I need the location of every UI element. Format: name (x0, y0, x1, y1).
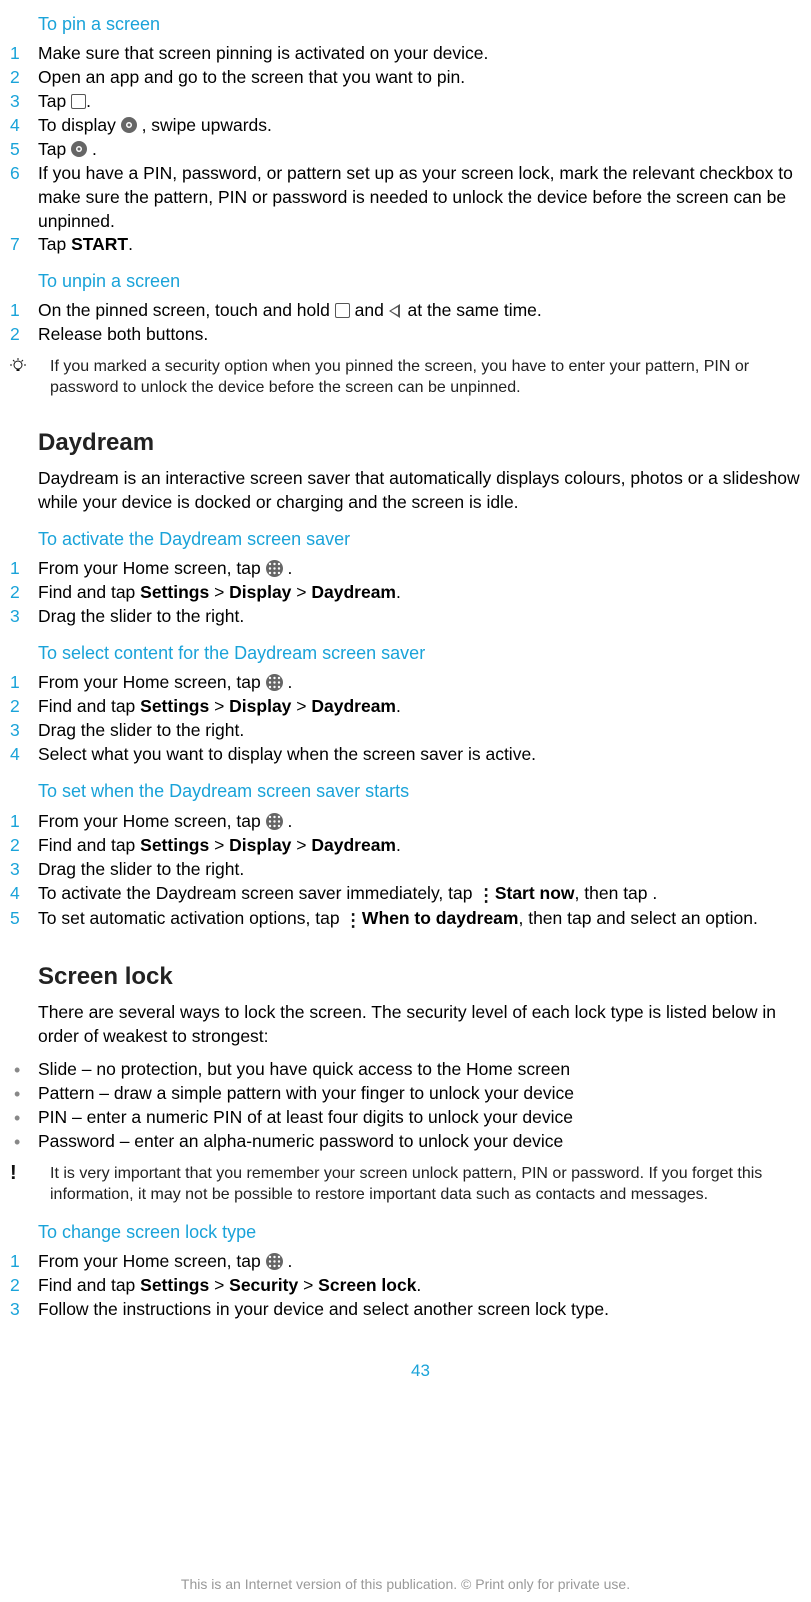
step-number: 2 (10, 66, 30, 90)
step-number: 2 (10, 834, 30, 858)
steps-select-daydream: 1From your Home screen, tap .2Find and t… (38, 671, 803, 767)
step-text: Drag the slider to the right. (38, 858, 803, 882)
step-number: 1 (10, 42, 30, 66)
step-number: 4 (10, 114, 30, 138)
screen-lock-bullets: Slide – no protection, but you have quic… (38, 1058, 803, 1154)
step-text: Find and tap Settings > Display > Daydre… (38, 834, 803, 858)
list-item: PIN – enter a numeric PIN of at least fo… (38, 1106, 803, 1130)
step-text: Drag the slider to the right. (38, 605, 803, 629)
page-content: To pin a screen 1Make sure that screen p… (0, 12, 811, 1383)
heading-screen-lock: Screen lock (38, 961, 803, 993)
step-text: From your Home screen, tap . (38, 1250, 803, 1274)
heading-pin-screen: To pin a screen (38, 12, 803, 36)
app-grid-icon (266, 672, 283, 692)
steps-unpin-screen: 1 On the pinned screen, touch and hold a… (38, 299, 803, 347)
manual-page: To pin a screen 1Make sure that screen p… (0, 12, 811, 1602)
step-text: Select what you want to display when the… (38, 743, 803, 767)
app-grid-icon (266, 558, 283, 578)
step-text: Find and tap Settings > Security > Scree… (38, 1274, 803, 1298)
step-number: 4 (10, 743, 30, 767)
step-number: 3 (10, 719, 30, 743)
page-number: 43 (38, 1360, 803, 1383)
steps-activate-daydream: 1From your Home screen, tap .2Find and t… (38, 557, 803, 629)
more-vert-icon: ⋮ (477, 884, 495, 908)
tip-note: If you marked a security option when you… (38, 357, 803, 399)
step-number: 1 (10, 299, 30, 323)
step-number: 6 (10, 162, 30, 186)
back-triangle-icon (389, 304, 403, 318)
screen-lock-description: There are several ways to lock the scree… (38, 1001, 803, 1048)
more-vert-icon: ⋮ (344, 909, 362, 933)
step-number: 5 (10, 907, 30, 931)
step-text: To activate the Daydream screen saver im… (38, 882, 803, 908)
step-text: If you have a PIN, password, or pattern … (38, 162, 803, 233)
steps-when-daydream: 1From your Home screen, tap .2Find and t… (38, 810, 803, 933)
step-number: 3 (10, 1298, 30, 1322)
step-number: 3 (10, 90, 30, 114)
step-number: 1 (10, 810, 30, 834)
step-text: From your Home screen, tap . (38, 557, 803, 581)
lightbulb-icon (10, 358, 26, 381)
step-text: From your Home screen, tap . (38, 810, 803, 834)
step-text: On the pinned screen, touch and hold and… (38, 299, 803, 323)
heading-when-daydream: To set when the Daydream screen saver st… (38, 779, 803, 803)
step-number: 2 (10, 323, 30, 347)
overview-square-icon (335, 303, 350, 318)
step-number: 1 (10, 557, 30, 581)
heading-select-daydream: To select content for the Daydream scree… (38, 641, 803, 665)
list-item: Password – enter an alpha-numeric passwo… (38, 1130, 803, 1154)
heading-change-lock: To change screen lock type (38, 1220, 803, 1244)
step-text: Tap START. (38, 233, 803, 257)
step-number: 2 (10, 581, 30, 605)
overview-square-icon (71, 94, 86, 109)
step-text: To set automatic activation options, tap… (38, 907, 803, 933)
step-number: 5 (10, 138, 30, 162)
daydream-description: Daydream is an interactive screen saver … (38, 467, 803, 514)
steps-change-lock: 1From your Home screen, tap .2Find and t… (38, 1250, 803, 1322)
app-grid-icon (266, 1251, 283, 1271)
pin-circle-icon (121, 117, 137, 133)
step-number: 7 (10, 233, 30, 257)
heading-activate-daydream: To activate the Daydream screen saver (38, 527, 803, 551)
step-text: Follow the instructions in your device a… (38, 1298, 803, 1322)
step-text: To display , swipe upwards. (38, 114, 803, 138)
step-number: 3 (10, 605, 30, 629)
step-text: Release both buttons. (38, 323, 803, 347)
step-number: 2 (10, 1274, 30, 1298)
step-number: 3 (10, 858, 30, 882)
step-text: Drag the slider to the right. (38, 719, 803, 743)
step-number: 2 (10, 695, 30, 719)
steps-pin-screen: 1Make sure that screen pinning is activa… (38, 42, 803, 257)
app-grid-icon (266, 811, 283, 831)
footer-disclaimer: This is an Internet version of this publ… (0, 1575, 811, 1594)
heading-unpin-screen: To unpin a screen (38, 269, 803, 293)
pin-circle-icon (71, 141, 87, 157)
step-number: 4 (10, 882, 30, 906)
step-text: From your Home screen, tap . (38, 671, 803, 695)
list-item: Slide – no protection, but you have quic… (38, 1058, 803, 1082)
list-item: Pattern – draw a simple pattern with you… (38, 1082, 803, 1106)
exclamation-icon: ! (10, 1165, 17, 1181)
step-number: 1 (10, 671, 30, 695)
step-text: Make sure that screen pinning is activat… (38, 42, 803, 66)
step-text: Find and tap Settings > Display > Daydre… (38, 695, 803, 719)
step-text: Tap . (38, 90, 803, 114)
step-text: Open an app and go to the screen that yo… (38, 66, 803, 90)
step-text: Tap . (38, 138, 803, 162)
important-note: ! It is very important that you remember… (38, 1164, 803, 1206)
heading-daydream: Daydream (38, 427, 803, 459)
step-text: Find and tap Settings > Display > Daydre… (38, 581, 803, 605)
step-number: 1 (10, 1250, 30, 1274)
